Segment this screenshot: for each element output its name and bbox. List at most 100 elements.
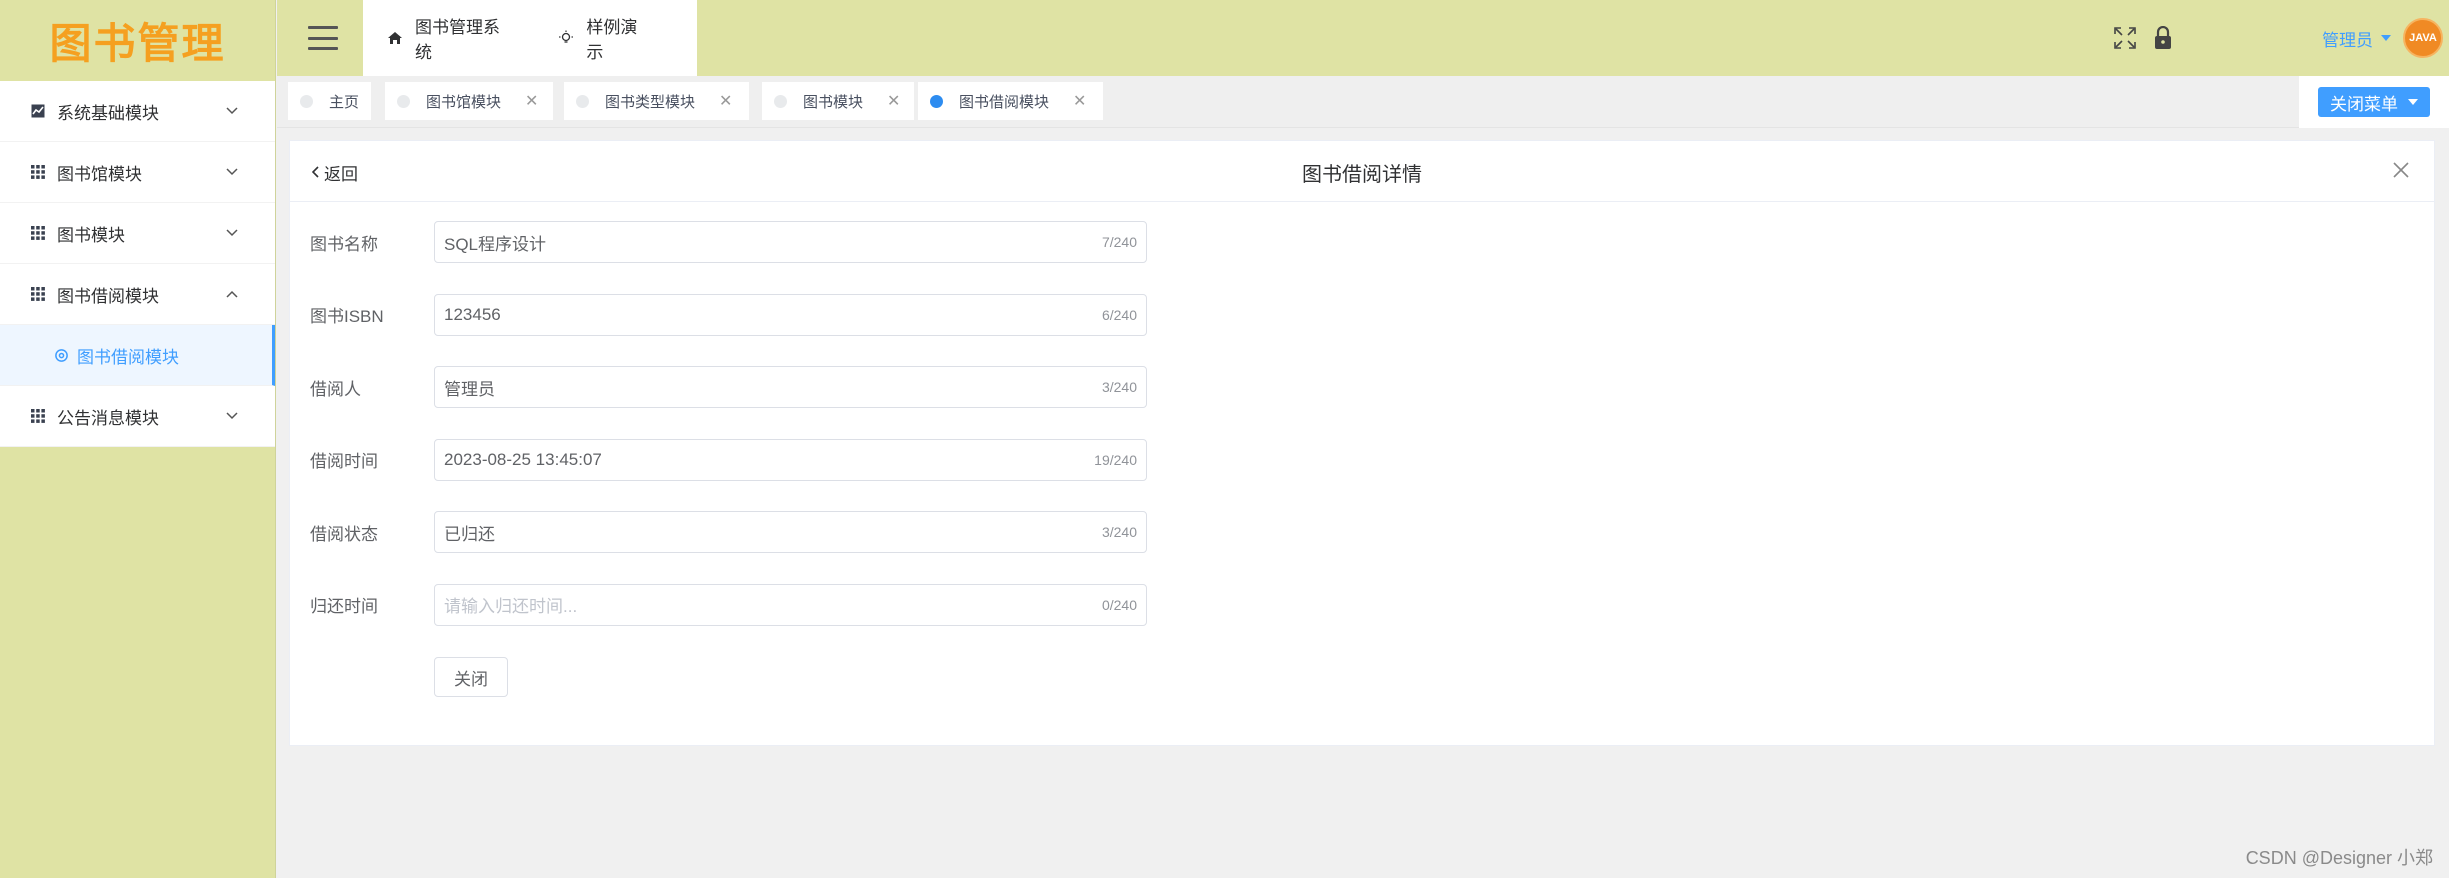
top-header: 图书管理系统 样例演示 管理员 JAVA bbox=[277, 0, 2449, 76]
isbn-field[interactable]: 123456 6/240 bbox=[434, 293, 1147, 336]
sidebar: 图书管理 系统基础模块 图书馆模块 图书模块 图书借阅模块 图书借阅模块 公告消… bbox=[0, 0, 276, 878]
sidebar-item-system-base[interactable]: 系统基础模块 bbox=[0, 81, 275, 142]
chevron-down-icon bbox=[225, 226, 239, 240]
tabs-bar: 主页 图书馆模块 ✕ 图书类型模块 ✕ 图书模块 ✕ 图书借阅模块 ✕ 关闭菜单 bbox=[277, 76, 2449, 128]
hamburger-menu-icon[interactable] bbox=[308, 26, 338, 50]
field-label: 借阅人 bbox=[310, 379, 361, 399]
sidebar-item-label: 图书模块 bbox=[57, 225, 125, 245]
sidebar-item-label: 系统基础模块 bbox=[57, 103, 159, 123]
field-label: 图书ISBN bbox=[310, 307, 384, 326]
tab-dot-icon bbox=[576, 94, 589, 108]
sidebar-subitem-borrow[interactable]: 图书借阅模块 bbox=[0, 325, 275, 386]
char-counter: 3/240 bbox=[1101, 379, 1137, 395]
top-nav: 图书管理系统 样例演示 bbox=[363, 0, 697, 76]
user-name: 管理员 bbox=[2322, 30, 2373, 50]
form-row-borrow-status: 借阅状态 已归还 3/240 bbox=[310, 511, 1147, 553]
header-right: 管理员 JAVA bbox=[2112, 0, 2449, 76]
borrow-time-field[interactable]: 2023-08-25 13:45:07 19/240 bbox=[434, 438, 1147, 481]
avatar[interactable]: JAVA bbox=[2403, 18, 2443, 58]
sidebar-item-books[interactable]: 图书模块 bbox=[0, 203, 275, 264]
field-value: SQL程序设计 bbox=[444, 234, 547, 254]
lock-icon[interactable] bbox=[2150, 25, 2176, 51]
book-name-field[interactable]: SQL程序设计 7/240 bbox=[434, 221, 1147, 263]
close-icon[interactable]: ✕ bbox=[1073, 91, 1086, 111]
form-row-borrow-time: 借阅时间 2023-08-25 13:45:07 19/240 bbox=[310, 438, 1147, 481]
tab-dot-icon bbox=[397, 94, 410, 108]
field-value: 2023-08-25 13:45:07 bbox=[444, 449, 602, 469]
field-value: 管理员 bbox=[444, 379, 495, 399]
form-row-actions: 关闭 bbox=[310, 656, 1147, 698]
gear-icon bbox=[54, 348, 69, 363]
tab-label: 图书馆模块 bbox=[426, 93, 502, 111]
logo-text: 图书管理 bbox=[49, 19, 226, 68]
chart-icon bbox=[31, 104, 45, 118]
field-value: 已归还 bbox=[444, 524, 495, 544]
detail-form: 图书名称 SQL程序设计 7/240 图书ISBN 123456 6/240 借… bbox=[310, 221, 1147, 729]
caret-down-icon bbox=[2408, 99, 2418, 105]
chevron-up-icon bbox=[225, 287, 239, 301]
sidebar-item-label: 公告消息模块 bbox=[57, 408, 159, 428]
tab-dot-icon bbox=[930, 94, 943, 108]
close-icon[interactable] bbox=[2390, 159, 2412, 181]
field-placeholder: 请输入归还时间... bbox=[444, 597, 578, 616]
tab-dot-icon bbox=[774, 94, 787, 108]
tab-label: 图书类型模块 bbox=[605, 93, 696, 111]
nav-home[interactable]: 图书管理系统 bbox=[387, 13, 512, 63]
chevron-down-icon bbox=[225, 104, 239, 118]
chevron-down-icon bbox=[225, 165, 239, 179]
logo: 图书管理 bbox=[0, 0, 275, 81]
field-value: 123456 bbox=[444, 304, 501, 324]
field-label: 借阅状态 bbox=[310, 524, 378, 544]
char-counter: 0/240 bbox=[1101, 596, 1137, 613]
fullscreen-icon[interactable] bbox=[2112, 25, 2138, 51]
nav-demo[interactable]: 样例演示 bbox=[558, 13, 651, 63]
tab-library[interactable]: 图书馆模块 ✕ bbox=[385, 82, 553, 120]
sidebar-menu: 系统基础模块 图书馆模块 图书模块 图书借阅模块 图书借阅模块 公告消息模块 bbox=[0, 81, 275, 447]
grid-icon bbox=[31, 287, 45, 301]
tab-dot-icon bbox=[300, 94, 313, 108]
sidebar-item-label: 图书馆模块 bbox=[57, 164, 142, 184]
borrower-field[interactable]: 管理员 3/240 bbox=[434, 366, 1147, 408]
field-label: 归还时间 bbox=[310, 597, 378, 616]
tab-books[interactable]: 图书模块 ✕ bbox=[762, 82, 914, 120]
char-counter: 3/240 bbox=[1101, 524, 1137, 540]
form-row-borrower: 借阅人 管理员 3/240 bbox=[310, 366, 1147, 408]
form-row-book-name: 图书名称 SQL程序设计 7/240 bbox=[310, 221, 1147, 263]
card-header: 返回 图书借阅详情 bbox=[290, 141, 2434, 202]
grid-icon bbox=[31, 226, 45, 240]
sidebar-item-library[interactable]: 图书馆模块 bbox=[0, 142, 275, 203]
borrow-status-field[interactable]: 已归还 3/240 bbox=[434, 511, 1147, 553]
detail-card: 返回 图书借阅详情 图书名称 SQL程序设计 7/240 图书ISBN 1234… bbox=[289, 140, 2435, 746]
sidebar-item-borrow[interactable]: 图书借阅模块 bbox=[0, 264, 275, 325]
caret-down-icon bbox=[2381, 35, 2391, 41]
avatar-text: JAVA bbox=[2409, 32, 2437, 44]
close-menu-area: 关闭菜单 bbox=[2299, 76, 2449, 128]
sidebar-item-notice[interactable]: 公告消息模块 bbox=[0, 386, 275, 447]
form-row-return-time: 归还时间 请输入归还时间... 0/240 bbox=[310, 583, 1147, 626]
close-button[interactable]: 关闭 bbox=[434, 657, 508, 697]
user-dropdown[interactable]: 管理员 JAVA bbox=[2322, 18, 2449, 58]
nav-label: 样例演示 bbox=[586, 18, 638, 62]
close-icon[interactable]: ✕ bbox=[525, 91, 538, 111]
close-icon[interactable]: ✕ bbox=[719, 91, 732, 111]
watermark: CSDN @Designer 小郑 bbox=[2245, 848, 2433, 868]
return-time-field[interactable]: 请输入归还时间... 0/240 bbox=[434, 583, 1147, 626]
char-counter: 6/240 bbox=[1101, 306, 1137, 323]
tab-label: 图书模块 bbox=[803, 93, 864, 111]
chevron-down-icon bbox=[225, 409, 239, 423]
nav-label: 图书管理系统 bbox=[415, 18, 500, 62]
close-icon[interactable]: ✕ bbox=[887, 91, 900, 111]
close-menu-button[interactable]: 关闭菜单 bbox=[2318, 87, 2430, 117]
char-counter: 19/240 bbox=[1094, 451, 1137, 468]
char-counter: 7/240 bbox=[1101, 234, 1137, 250]
sidebar-subitem-label: 图书借阅模块 bbox=[77, 347, 179, 367]
bulb-icon bbox=[558, 30, 574, 46]
tab-book-type[interactable]: 图书类型模块 ✕ bbox=[564, 82, 749, 120]
grid-icon bbox=[31, 409, 45, 423]
tab-label: 图书借阅模块 bbox=[959, 93, 1050, 111]
tab-home[interactable]: 主页 bbox=[288, 82, 371, 120]
tab-label: 主页 bbox=[329, 93, 360, 111]
tab-borrow[interactable]: 图书借阅模块 ✕ bbox=[918, 82, 1103, 120]
page-title: 图书借阅详情 bbox=[1302, 164, 1422, 186]
grid-icon bbox=[31, 165, 45, 179]
